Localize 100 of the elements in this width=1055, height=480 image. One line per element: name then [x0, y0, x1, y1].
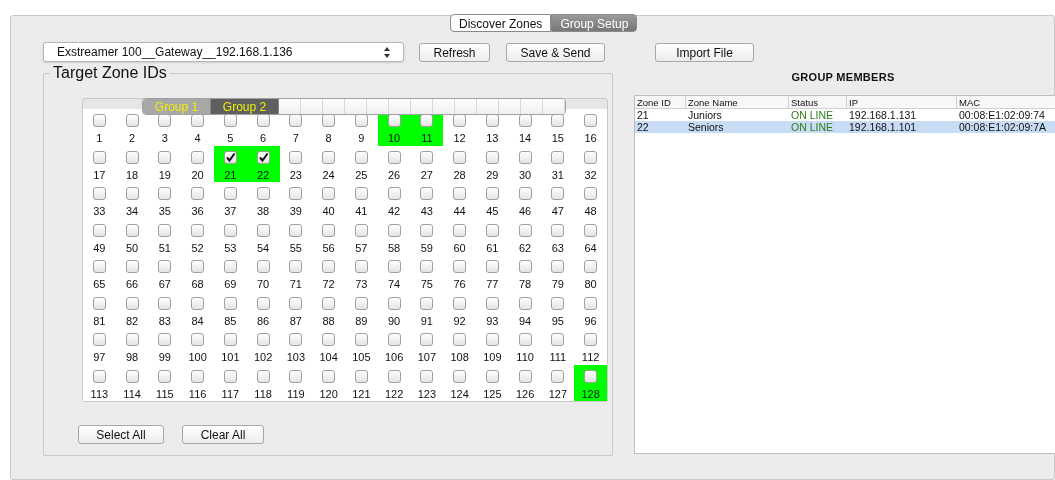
- checkbox[interactable]: [92, 369, 106, 383]
- checkbox[interactable]: [223, 187, 237, 200]
- checkbox[interactable]: [387, 296, 401, 310]
- checkbox[interactable]: [125, 333, 139, 346]
- checkbox[interactable]: [420, 187, 434, 200]
- checkbox[interactable]: [223, 369, 237, 383]
- checkbox[interactable]: [223, 333, 237, 346]
- clear-all-button[interactable]: Clear All: [182, 425, 264, 444]
- checkbox[interactable]: [191, 150, 205, 164]
- checkbox[interactable]: [584, 296, 598, 310]
- checkbox[interactable]: [256, 369, 270, 383]
- save-send-button[interactable]: Save & Send: [506, 42, 605, 62]
- checkbox[interactable]: [551, 296, 565, 310]
- checkbox[interactable]: [518, 150, 532, 164]
- checkbox[interactable]: [223, 223, 237, 237]
- checkbox[interactable]: [191, 223, 205, 237]
- checkbox[interactable]: [158, 223, 172, 237]
- checkbox[interactable]: [354, 296, 368, 310]
- checkbox[interactable]: [453, 260, 467, 273]
- checkbox[interactable]: [518, 260, 532, 273]
- checkbox[interactable]: [551, 150, 565, 164]
- checkbox[interactable]: [92, 150, 106, 164]
- checkbox[interactable]: [518, 333, 532, 346]
- checkbox[interactable]: [92, 260, 106, 273]
- checkbox[interactable]: [584, 260, 598, 273]
- checkbox[interactable]: [191, 369, 205, 383]
- checkbox[interactable]: [584, 369, 598, 383]
- checkbox[interactable]: [158, 187, 172, 200]
- checkbox[interactable]: [387, 333, 401, 346]
- checkbox[interactable]: [354, 333, 368, 346]
- column-header[interactable]: Zone ID: [635, 96, 686, 108]
- checkbox[interactable]: [584, 114, 598, 127]
- checkbox[interactable]: [453, 187, 467, 200]
- checkbox[interactable]: [485, 187, 499, 200]
- checkbox[interactable]: [289, 296, 303, 310]
- checkbox[interactable]: [92, 114, 106, 127]
- checkbox[interactable]: [158, 260, 172, 273]
- checkbox[interactable]: [518, 296, 532, 310]
- checkbox[interactable]: [387, 223, 401, 237]
- checkbox[interactable]: [256, 260, 270, 273]
- checkbox[interactable]: [125, 369, 139, 383]
- checkbox[interactable]: [289, 150, 303, 164]
- checkbox[interactable]: [289, 333, 303, 346]
- checkbox[interactable]: [256, 187, 270, 200]
- checkbox[interactable]: [322, 296, 336, 310]
- checkbox[interactable]: [125, 296, 139, 310]
- checkbox[interactable]: [191, 296, 205, 310]
- checkbox[interactable]: [453, 296, 467, 310]
- checkbox[interactable]: [256, 296, 270, 310]
- checkbox[interactable]: [191, 333, 205, 346]
- checkbox[interactable]: [453, 369, 467, 383]
- column-header[interactable]: Status: [789, 96, 847, 108]
- checkbox[interactable]: [158, 333, 172, 346]
- checkbox[interactable]: [551, 369, 565, 383]
- checkbox[interactable]: [125, 114, 139, 127]
- checkbox[interactable]: [584, 150, 598, 164]
- checkbox[interactable]: [158, 150, 172, 164]
- checkbox[interactable]: [289, 223, 303, 237]
- gateway-dropdown[interactable]: Exstreamer 100__Gateway__192.168.1.136: [43, 42, 404, 62]
- checkbox[interactable]: [223, 150, 237, 164]
- table-row[interactable]: 22 Seniors ON LINE 192.168.1.101 00:08:E1:02:09:7A: [635, 121, 1055, 133]
- checkbox[interactable]: [485, 333, 499, 346]
- checkbox[interactable]: [289, 187, 303, 200]
- checkbox[interactable]: [354, 260, 368, 273]
- checkbox[interactable]: [387, 150, 401, 164]
- checkbox[interactable]: [387, 260, 401, 273]
- checkbox[interactable]: [158, 369, 172, 383]
- checkbox[interactable]: [518, 223, 532, 237]
- checkbox[interactable]: [485, 296, 499, 310]
- checkbox[interactable]: [354, 187, 368, 200]
- checkbox[interactable]: [551, 187, 565, 200]
- column-header[interactable]: MAC: [957, 96, 1055, 108]
- column-header[interactable]: IP: [847, 96, 957, 108]
- checkbox[interactable]: [420, 369, 434, 383]
- checkbox[interactable]: [92, 333, 106, 346]
- checkbox[interactable]: [420, 333, 434, 346]
- group-tab[interactable]: Group 2: [211, 99, 279, 114]
- checkbox[interactable]: [387, 369, 401, 383]
- view-tab[interactable]: Group Setup: [551, 14, 638, 32]
- checkbox[interactable]: [518, 369, 532, 383]
- view-tab[interactable]: Discover Zones: [450, 14, 552, 32]
- checkbox[interactable]: [322, 187, 336, 200]
- checkbox[interactable]: [125, 150, 139, 164]
- checkbox[interactable]: [92, 223, 106, 237]
- checkbox[interactable]: [387, 187, 401, 200]
- checkbox[interactable]: [518, 187, 532, 200]
- checkbox[interactable]: [453, 333, 467, 346]
- checkbox[interactable]: [420, 260, 434, 273]
- checkbox[interactable]: [322, 223, 336, 237]
- checkbox[interactable]: [322, 260, 336, 273]
- checkbox[interactable]: [485, 369, 499, 383]
- checkbox[interactable]: [584, 333, 598, 346]
- checkbox[interactable]: [354, 150, 368, 164]
- column-header[interactable]: Zone Name: [686, 96, 789, 108]
- checkbox[interactable]: [551, 333, 565, 346]
- checkbox[interactable]: [453, 150, 467, 164]
- checkbox[interactable]: [289, 260, 303, 273]
- checkbox[interactable]: [289, 369, 303, 383]
- checkbox[interactable]: [420, 223, 434, 237]
- refresh-button[interactable]: Refresh: [419, 42, 490, 62]
